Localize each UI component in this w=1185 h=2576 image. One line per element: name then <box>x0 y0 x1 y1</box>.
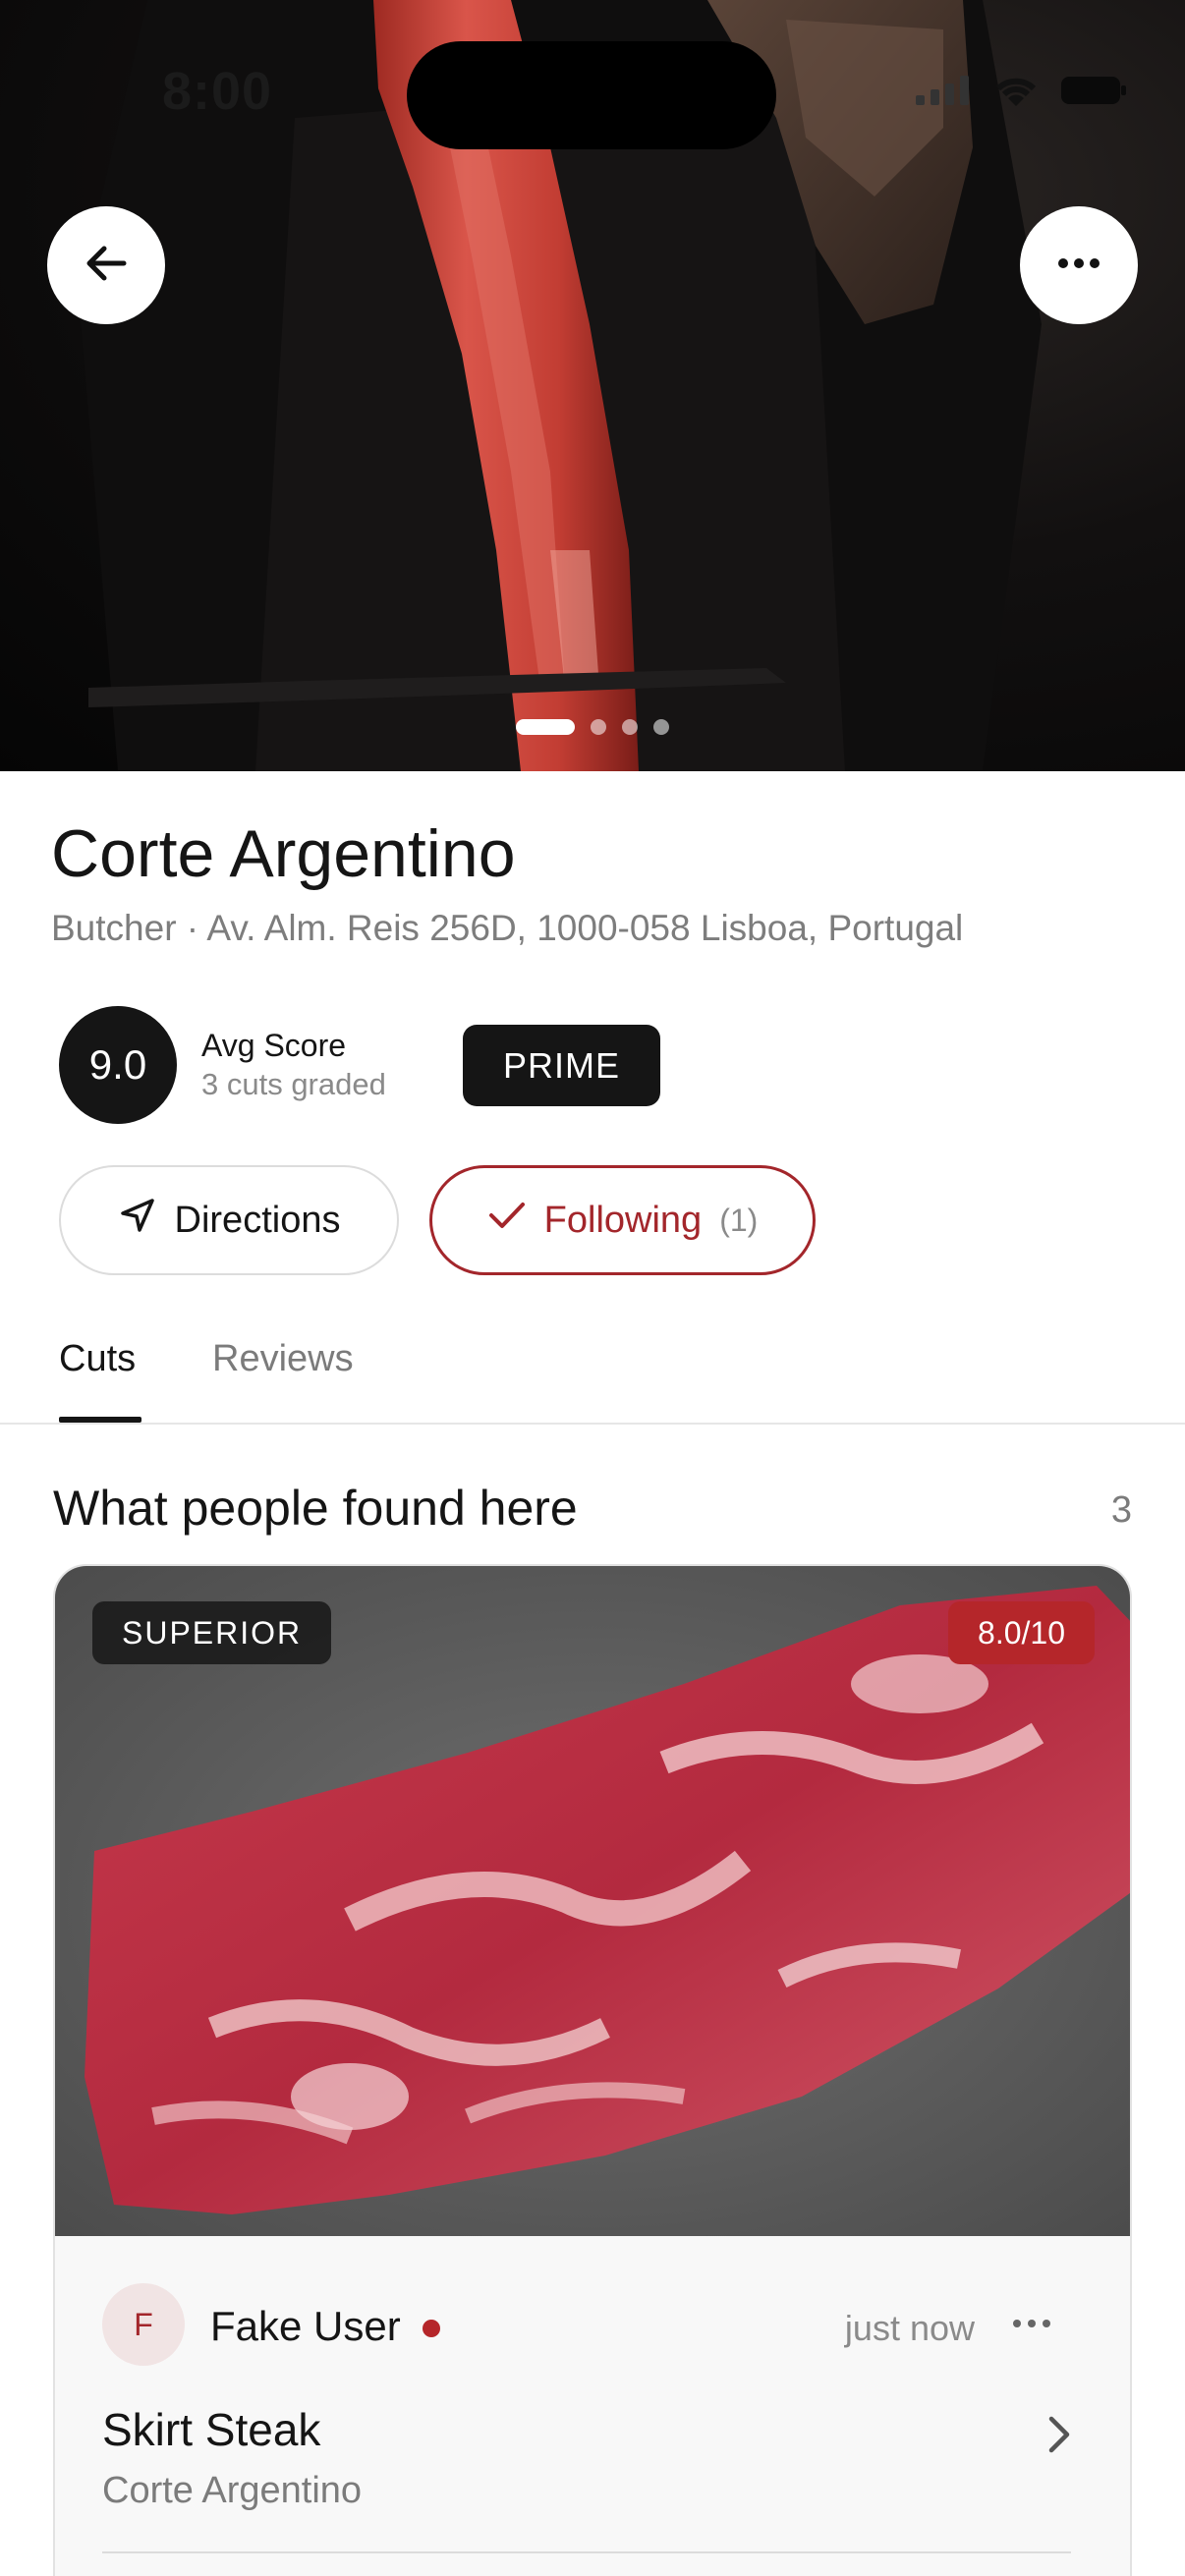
grade-badge: PRIME <box>463 1025 660 1106</box>
chevron-right-icon[interactable] <box>1044 2413 1073 2461</box>
checkmark-icon <box>487 1199 527 1242</box>
ellipsis-icon <box>1057 256 1100 274</box>
dynamic-island <box>407 41 776 149</box>
avatar[interactable]: F <box>102 2283 185 2366</box>
cut-score-badge: 8.0/10 <box>948 1601 1095 1664</box>
avg-score-label: Avg Score <box>201 1028 347 1063</box>
user-name[interactable]: Fake User <box>210 2303 401 2350</box>
following-button[interactable]: Following (1) <box>429 1165 816 1275</box>
cut-grade-badge: SUPERIOR <box>92 1601 332 1664</box>
section-title: What people found here <box>53 1481 578 1536</box>
tab-cuts[interactable]: Cuts <box>59 1338 136 1380</box>
place-subtitle: Butcher · Av. Alm. Reis 256D, 1000-058 L… <box>51 908 964 948</box>
navigation-arrow-icon <box>118 1196 157 1245</box>
back-button[interactable] <box>47 206 165 324</box>
following-count: (1) <box>719 1202 759 1238</box>
directions-label: Directions <box>174 1199 341 1241</box>
ellipsis-icon <box>1012 2316 1051 2333</box>
place-name: Corte Argentino <box>51 816 516 891</box>
more-options-button[interactable] <box>1020 206 1138 324</box>
carousel-dot[interactable] <box>653 719 669 735</box>
carousel-dot-active[interactable] <box>516 719 575 735</box>
following-label: Following <box>543 1199 703 1241</box>
carousel-dot[interactable] <box>622 719 638 735</box>
carousel-dot[interactable] <box>591 719 606 735</box>
divider <box>102 2551 1071 2553</box>
section-count: 3 <box>1110 1489 1132 1531</box>
status-time: 8:00 <box>162 62 273 121</box>
avg-score-badge: 9.0 <box>59 1006 177 1124</box>
tab-reviews[interactable]: Reviews <box>212 1338 354 1380</box>
hero-photo-carousel[interactable]: 8:00 <box>0 0 1185 771</box>
new-indicator-dot <box>423 2320 440 2337</box>
cut-card[interactable]: SUPERIOR 8.0/10 F Fake User just now Ski… <box>53 1564 1132 2576</box>
post-more-button[interactable] <box>1002 2305 1061 2344</box>
cut-photo <box>55 1566 1130 2236</box>
post-time: just now <box>844 2308 975 2348</box>
signal-icon <box>916 76 971 110</box>
arrow-left-icon <box>81 238 132 294</box>
carousel-indicator <box>0 719 1185 735</box>
active-tab-indicator <box>59 1417 141 1423</box>
cut-shop: Corte Argentino <box>102 2470 363 2511</box>
tab-bar: Cuts Reviews <box>0 1297 1185 1425</box>
battery-icon <box>1061 75 1126 111</box>
status-icons <box>916 73 1126 113</box>
wifi-icon <box>992 73 1040 113</box>
directions-button[interactable]: Directions <box>59 1165 399 1275</box>
cuts-graded-count: 3 cuts graded <box>201 1067 386 1101</box>
cut-name[interactable]: Skirt Steak <box>102 2403 320 2456</box>
